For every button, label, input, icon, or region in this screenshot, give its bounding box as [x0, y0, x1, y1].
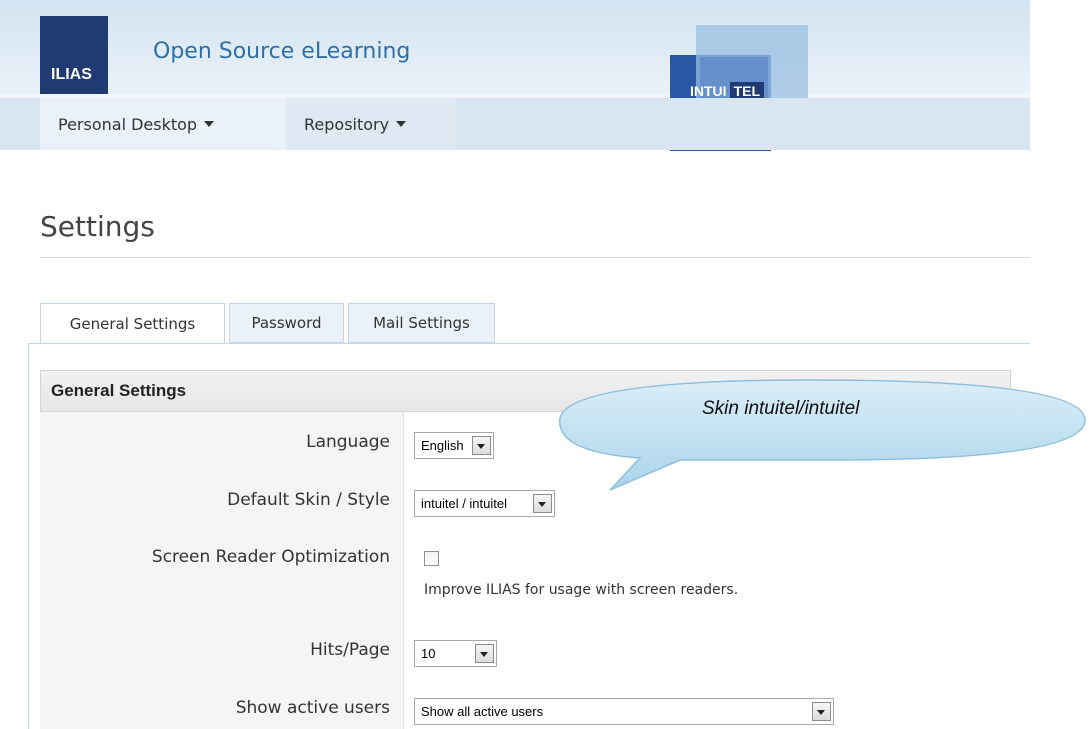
dropdown-arrow-icon[interactable]: [475, 644, 494, 663]
page-title: Settings: [40, 210, 155, 243]
tab-general-settings[interactable]: General Settings: [40, 303, 225, 344]
form-section-title: General Settings: [51, 381, 187, 400]
speech-bubble-callout: [559, 379, 1086, 491]
title-divider: [40, 257, 1030, 258]
tab-password[interactable]: Password: [229, 303, 344, 343]
hits-per-page-select[interactable]: 10: [414, 640, 497, 667]
skin-select-value: intuitel / intuitel: [421, 496, 507, 511]
tab-mail-settings[interactable]: Mail Settings: [348, 303, 495, 343]
screen-reader-help-text: Improve ILIAS for usage with screen read…: [424, 582, 739, 598]
active-users-select[interactable]: Show all active users: [414, 698, 834, 725]
nav-personal-desktop-label: Personal Desktop: [58, 114, 198, 134]
hits-per-page-label: Hits/Page: [310, 640, 390, 660]
active-users-label: Show active users: [235, 698, 390, 718]
form-column-divider: [403, 412, 404, 729]
form-label-column: [40, 412, 403, 729]
ilias-logo-text: ILIAS: [51, 66, 92, 83]
nav-repository-label: Repository: [304, 114, 390, 134]
dropdown-arrow-icon[interactable]: [472, 436, 491, 455]
logo-text-part1: INTUI: [690, 83, 727, 99]
screen-reader-checkbox[interactable]: [424, 551, 439, 566]
dropdown-arrow-icon[interactable]: [812, 702, 831, 721]
caret-down-icon: [396, 121, 407, 127]
language-label: Language: [306, 432, 390, 452]
page-header: ILIAS Open Source eLearning INTUI TEL Pe…: [0, 0, 1030, 151]
skin-label: Default Skin / Style: [227, 490, 390, 510]
screen-reader-label: Screen Reader Optimization: [151, 547, 390, 567]
ilias-logo[interactable]: ILIAS: [40, 16, 108, 94]
active-users-value: Show all active users: [421, 704, 544, 719]
site-title[interactable]: Open Source eLearning: [153, 39, 410, 64]
tab-content-left-border: [28, 343, 29, 729]
callout-text: Skin intuitel/intuitel: [702, 398, 860, 419]
hits-per-page-value: 10: [421, 646, 436, 661]
language-select[interactable]: English: [414, 432, 494, 459]
main-nav: Personal Desktop Repository: [0, 98, 1030, 150]
nav-repository[interactable]: Repository: [286, 98, 456, 150]
tab-content-border: [28, 343, 1030, 344]
language-select-value: English: [421, 438, 464, 453]
nav-personal-desktop[interactable]: Personal Desktop: [40, 98, 286, 150]
caret-down-icon: [204, 121, 215, 127]
